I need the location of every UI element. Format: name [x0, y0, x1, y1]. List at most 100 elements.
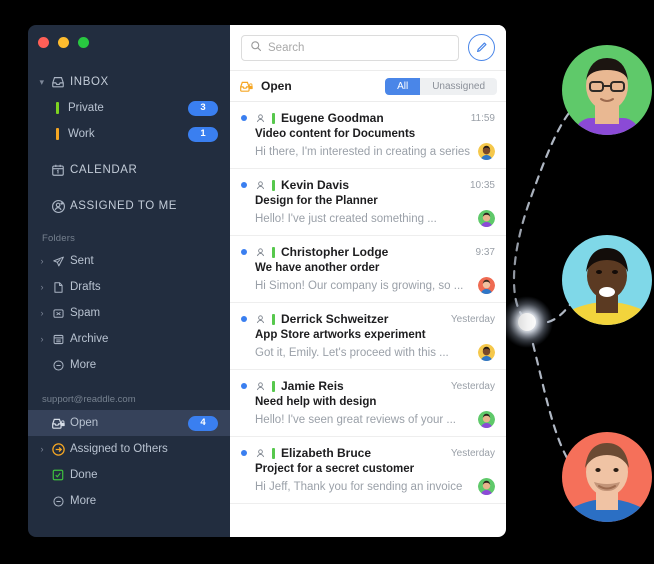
inbox-icon	[48, 75, 68, 89]
send-icon	[48, 255, 68, 268]
avatar	[478, 277, 495, 294]
spam-icon	[48, 307, 68, 320]
message-preview: Hi there, I'm interested in creating a s…	[255, 145, 471, 158]
avatar	[478, 143, 495, 160]
sidebar-item-archive[interactable]: › Archive	[28, 326, 230, 352]
sidebar-item-assigned-to-me[interactable]: ASSIGNED TO ME	[28, 193, 230, 219]
link-to-bottom-avatar	[531, 342, 574, 468]
search-bar: Search	[230, 25, 506, 71]
message-list-pane: Search Open All Unassigned Eugene Goodma…	[230, 25, 506, 537]
message-time: 10:35	[469, 179, 495, 191]
message-row[interactable]: Christopher Lodge 9:37 We have another ord…	[230, 236, 506, 303]
chevron-right-icon[interactable]: ›	[36, 308, 48, 318]
sidebar-item-label: CALENDAR	[70, 164, 138, 176]
sidebar-item-label: Spam	[70, 307, 101, 319]
message-subject: Design for the Planner	[255, 195, 378, 207]
sidebar-nav: ▾ INBOX Private 3 Work 1 CALENDAR ASSIGN…	[28, 69, 230, 514]
sidebar-item-label: Assigned to Others	[70, 443, 168, 455]
app-window: ▾ INBOX Private 3 Work 1 CALENDAR ASSIGN…	[28, 25, 506, 537]
sidebar-item-done[interactable]: Done	[28, 462, 230, 488]
hub-node-core	[518, 313, 536, 331]
message-row[interactable]: Kevin Davis 10:35 Design for the Planner He…	[230, 169, 506, 236]
message-preview: Hello! I've seen great reviews of your .…	[255, 413, 456, 426]
avatar	[478, 344, 495, 361]
message-row[interactable]: Jamie Reis Yesterday Need help with design…	[230, 370, 506, 437]
traffic-lights	[38, 37, 89, 48]
sender-name: Jamie Reis	[281, 379, 344, 393]
sidebar-item-open[interactable]: Open 4	[28, 410, 230, 436]
sidebar-item-more-folders[interactable]: More	[28, 352, 230, 378]
done-icon	[48, 468, 68, 482]
account-email: support@readdle.com	[42, 394, 136, 405]
sidebar-item-inbox[interactable]: ▾ INBOX	[28, 69, 230, 95]
sidebar-item-label: More	[70, 495, 97, 507]
search-icon	[250, 39, 262, 57]
sender-name: Kevin Davis	[281, 178, 350, 192]
sidebar-item-label: Done	[70, 469, 98, 481]
sidebar-item-label: Private	[68, 102, 104, 114]
minimize-button[interactable]	[58, 37, 69, 48]
person-icon	[255, 314, 268, 325]
avatar	[478, 478, 495, 495]
calendar-icon	[48, 163, 68, 177]
avatar-bottom	[562, 432, 652, 522]
sidebar-item-work[interactable]: Work 1	[28, 121, 230, 147]
sidebar-item-assigned-to-others[interactable]: › Assigned to Others	[28, 436, 230, 462]
sidebar-item-label: Work	[68, 128, 95, 140]
assigned-icon	[48, 199, 68, 214]
filter-all-button[interactable]: All	[385, 77, 421, 95]
sidebar-item-spam[interactable]: › Spam	[28, 300, 230, 326]
message-row[interactable]: Eugene Goodman 11:59 Video content for Doc…	[230, 102, 506, 169]
message-tag	[272, 380, 275, 392]
avatar-middle	[562, 235, 652, 325]
avatar	[478, 210, 495, 227]
message-preview: Hello! I've just created something ...	[255, 212, 437, 225]
chevron-right-icon[interactable]: ›	[36, 444, 48, 454]
sender-name: Christopher Lodge	[281, 245, 389, 259]
close-button[interactable]	[38, 37, 49, 48]
message-list[interactable]: Eugene Goodman 11:59 Video content for Doc…	[230, 102, 506, 537]
message-time: Yesterday	[450, 313, 495, 325]
unread-dot	[241, 450, 247, 456]
chevron-right-icon[interactable]: ›	[36, 282, 48, 292]
message-tag	[272, 179, 275, 191]
sidebar-item-private[interactable]: Private 3	[28, 95, 230, 121]
message-tag	[272, 112, 275, 124]
list-header: Open All Unassigned	[230, 71, 506, 102]
person-icon	[255, 180, 268, 191]
unread-dot	[241, 249, 247, 255]
sidebar-item-label: More	[70, 359, 97, 371]
message-time: Yesterday	[450, 447, 495, 459]
message-row[interactable]: Elizabeth Bruce Yesterday Project for a se…	[230, 437, 506, 504]
open-tray-icon	[48, 416, 68, 431]
message-preview: Hi Jeff, Thank you for sending an invoic…	[255, 480, 463, 493]
message-tag	[272, 447, 275, 459]
chevron-right-icon[interactable]: ›	[36, 334, 48, 344]
sender-name: Eugene Goodman	[281, 111, 384, 125]
avatar	[478, 411, 495, 428]
compose-button[interactable]	[468, 34, 495, 61]
message-subject: Need help with design	[255, 396, 377, 408]
folders-section-header: Folders	[42, 233, 76, 244]
more-icon	[48, 495, 68, 508]
chevron-right-icon[interactable]: ›	[36, 256, 48, 266]
filter-unassigned-button[interactable]: Unassigned	[420, 77, 497, 95]
chevron-down-icon[interactable]: ▾	[36, 77, 48, 87]
message-subject: App Store artworks experiment	[255, 329, 426, 341]
sidebar-item-drafts[interactable]: › Drafts	[28, 274, 230, 300]
sender-name: Elizabeth Bruce	[281, 446, 372, 460]
sidebar-item-label: INBOX	[70, 76, 109, 88]
sidebar-item-label: Archive	[70, 333, 109, 345]
person-icon	[255, 247, 268, 258]
search-input[interactable]: Search	[241, 34, 459, 61]
sidebar-item-more-shared[interactable]: More	[28, 488, 230, 514]
message-row[interactable]: Derrick Schweitzer Yesterday App Store art…	[230, 303, 506, 370]
person-icon	[255, 381, 268, 392]
sidebar-item-calendar[interactable]: CALENDAR	[28, 157, 230, 183]
filter-segmented-control: All Unassigned	[385, 77, 497, 95]
maximize-button[interactable]	[78, 37, 89, 48]
sidebar-item-label: ASSIGNED TO ME	[70, 200, 178, 212]
search-placeholder: Search	[268, 41, 305, 54]
list-title: Open	[261, 79, 292, 93]
sidebar-item-sent[interactable]: › Sent	[28, 248, 230, 274]
